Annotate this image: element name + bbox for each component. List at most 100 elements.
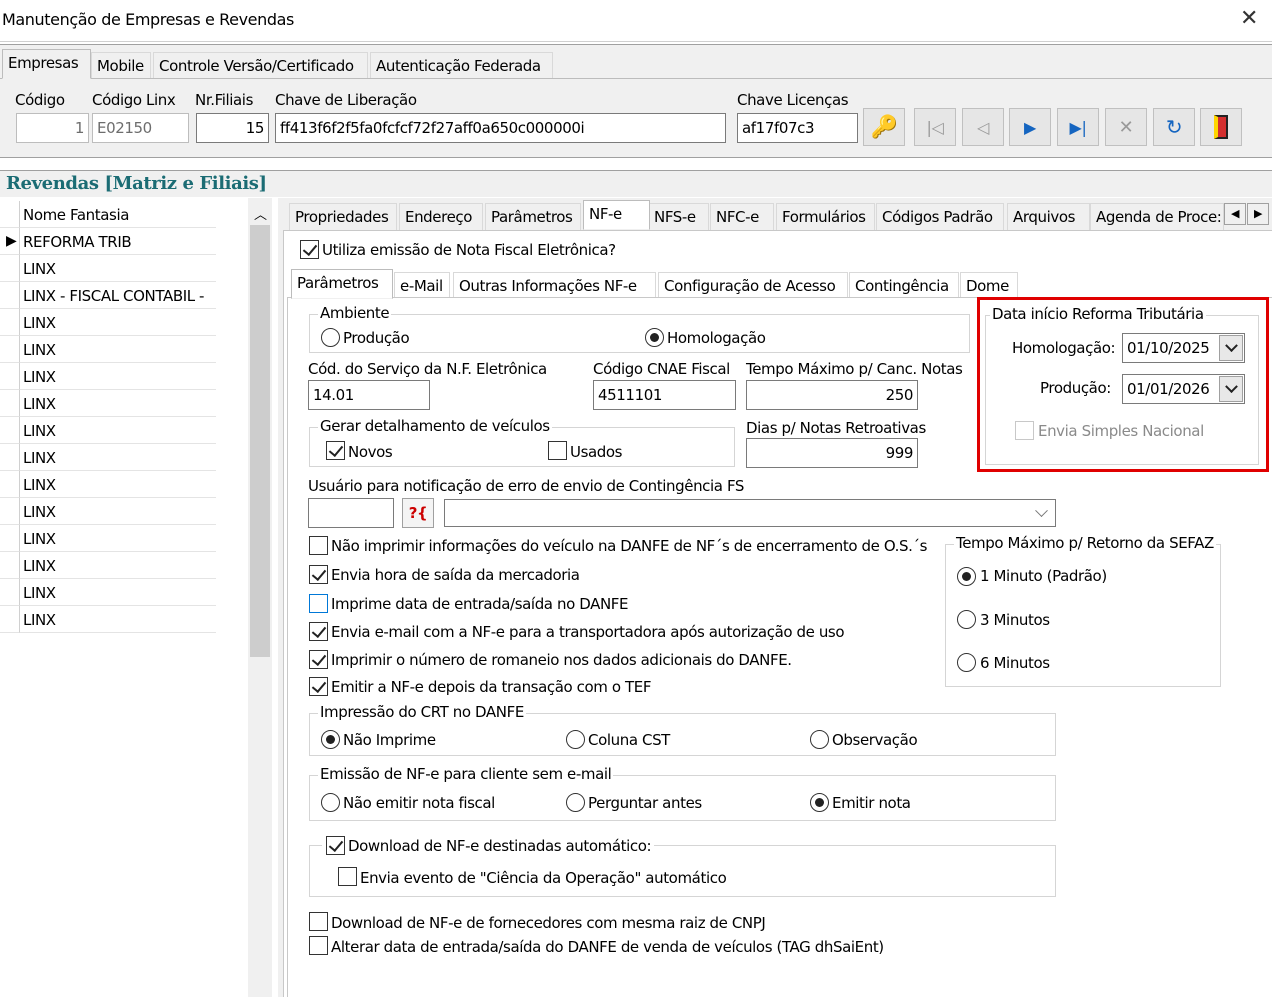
nr-filiais-field[interactable]: 15: [196, 113, 269, 143]
perguntar-radio[interactable]: [566, 793, 585, 812]
table-row[interactable]: LINX: [20, 498, 216, 525]
sem-email-legend: Emissão de NF-e para cliente sem e-mail: [318, 765, 614, 783]
tab-detail-9[interactable]: Agenda de Proce:: [1090, 203, 1224, 230]
table-row[interactable]: LINX - FISCAL CONTABIL -: [20, 282, 216, 309]
scroll-up-icon[interactable]: ︿: [254, 204, 267, 223]
option-checkbox-0[interactable]: [309, 536, 328, 555]
tab-sub-2[interactable]: Outras Informações NF-e: [453, 272, 656, 299]
tab-sub-4[interactable]: Contingência: [849, 272, 959, 299]
crt-nao-imprime-radio[interactable]: [321, 730, 340, 749]
codigo-label: Código: [15, 91, 65, 109]
exit-icon[interactable]: [1200, 108, 1242, 146]
tab-detail-6[interactable]: Formulários: [776, 203, 875, 230]
option-checkbox-4[interactable]: [309, 650, 328, 669]
dias-retro-field[interactable]: 999: [746, 438, 918, 468]
table-row[interactable]: LINX: [20, 606, 216, 633]
last-icon[interactable]: ▶|: [1057, 108, 1099, 146]
sefaz-1min-label: 1 Minuto (Padrão): [980, 567, 1107, 585]
codigo-linx-field[interactable]: E02150: [92, 113, 189, 143]
table-row[interactable]: REFORMA TRIB: [20, 228, 216, 255]
table-row[interactable]: LINX: [20, 579, 216, 606]
option-checkbox-2[interactable]: [309, 594, 328, 613]
alterar-data-checkbox[interactable]: [309, 936, 328, 955]
tab-scroll-left-icon[interactable]: ◀: [1224, 203, 1246, 225]
table-row[interactable]: LINX: [20, 363, 216, 390]
option-checkbox-3[interactable]: [309, 622, 328, 641]
usuario-select[interactable]: [444, 499, 1056, 527]
download-destinadas-checkbox[interactable]: [326, 836, 345, 855]
refresh-icon[interactable]: ↻: [1153, 108, 1195, 146]
sefaz-3min-radio[interactable]: [957, 610, 976, 629]
search-user-button[interactable]: ?{: [402, 498, 434, 528]
sefaz-6min-radio[interactable]: [957, 653, 976, 672]
sefaz-3min-label: 3 Minutos: [980, 611, 1050, 629]
chave-liberacao-field[interactable]: ff413f6f2f5fa0fcfcf72f27aff0a650c000000i: [275, 113, 726, 143]
download-destinadas-label: Download de NF-e destinadas automático:: [348, 837, 652, 855]
tab-detail-3[interactable]: NF-e: [583, 200, 650, 230]
first-icon[interactable]: |◁: [914, 108, 956, 146]
tab-sub-5[interactable]: Dome: [960, 272, 1018, 299]
next-icon[interactable]: ▶: [1009, 108, 1051, 146]
table-row[interactable]: LINX: [20, 444, 216, 471]
tab-label: NFS-e: [654, 208, 696, 226]
usados-checkbox[interactable]: [548, 441, 567, 460]
tab-detail-1[interactable]: Endereço: [399, 203, 483, 230]
tab-detail-2[interactable]: Parâmetros: [485, 203, 581, 230]
crt-observacao-radio[interactable]: [810, 730, 829, 749]
option-label-5: Emitir a NF-e depois da transação com o …: [331, 678, 652, 696]
tab-sub-3[interactable]: Configuração de Acesso: [658, 272, 848, 299]
prior-icon[interactable]: ◁: [962, 108, 1004, 146]
table-row[interactable]: LINX: [20, 336, 216, 363]
cnae-field[interactable]: 4511101: [593, 380, 736, 410]
novos-checkbox[interactable]: [326, 441, 345, 460]
cod-servico-field[interactable]: 14.01: [308, 380, 430, 410]
table-row[interactable]: LINX: [20, 471, 216, 498]
revendas-grid: Nome Fantasia ▶ REFORMA TRIB LINX LINX - FI…: [0, 198, 272, 997]
sefaz-1min-radio[interactable]: [957, 567, 976, 586]
download-fornecedores-checkbox[interactable]: [309, 912, 328, 931]
tab-detail-7[interactable]: Códigos Padrão: [876, 203, 1004, 230]
tab-empresas[interactable]: Empresas: [2, 49, 91, 79]
crt-coluna-cst-radio[interactable]: [566, 730, 585, 749]
nao-emitir-radio[interactable]: [321, 793, 340, 812]
table-row[interactable]: LINX: [20, 552, 216, 579]
option-checkbox-5[interactable]: [309, 677, 328, 696]
tab-detail-8[interactable]: Arquivos: [1007, 203, 1090, 230]
close-icon[interactable]: ✕: [1240, 6, 1258, 31]
utiliza-nfe-checkbox[interactable]: [300, 240, 319, 259]
tempo-canc-field[interactable]: 250: [746, 380, 918, 410]
tab-detail-4[interactable]: NFS-e: [648, 203, 709, 230]
table-row[interactable]: LINX: [20, 417, 216, 444]
key-icon[interactable]: 🔑: [863, 108, 905, 146]
tab-label: Contingência: [855, 277, 949, 295]
usuario-code-field[interactable]: [308, 498, 394, 528]
codigo-field[interactable]: 1: [16, 113, 89, 143]
tab-detail-0[interactable]: Propriedades: [289, 203, 397, 230]
table-row[interactable]: LINX: [20, 255, 216, 282]
option-checkbox-1[interactable]: [309, 565, 328, 584]
ciencia-checkbox[interactable]: [338, 867, 357, 886]
chave-licencas-field[interactable]: af17f07c3: [737, 113, 858, 143]
grid-scrollbar[interactable]: ︿: [248, 198, 272, 997]
scroll-thumb[interactable]: [250, 225, 270, 657]
producao-radio[interactable]: [321, 328, 340, 347]
tab-sub-1[interactable]: e-Mail: [394, 272, 450, 299]
tab-label: Parâmetros: [491, 208, 573, 226]
usuario-dropdown-icon[interactable]: [1029, 503, 1053, 524]
tab-label: Controle Versão/Certificado: [159, 57, 354, 75]
tab-mobile[interactable]: Mobile: [91, 52, 151, 79]
tab-sub-0[interactable]: Parâmetros: [291, 269, 393, 299]
grid-column-header[interactable]: Nome Fantasia: [20, 201, 216, 228]
table-row[interactable]: LINX: [20, 390, 216, 417]
tab-controle-versao[interactable]: Controle Versão/Certificado: [153, 52, 368, 79]
delete-icon[interactable]: ✕: [1105, 108, 1147, 146]
homologacao-radio[interactable]: [645, 328, 664, 347]
emitir-nota-label: Emitir nota: [832, 794, 911, 812]
tab-detail-5[interactable]: NFC-e: [710, 203, 774, 230]
table-row[interactable]: LINX: [20, 309, 216, 336]
table-row[interactable]: LINX: [20, 525, 216, 552]
usuario-label: Usuário para notificação de erro de envi…: [308, 477, 745, 495]
emitir-nota-radio[interactable]: [810, 793, 829, 812]
tab-autenticacao-federada[interactable]: Autenticação Federada: [370, 52, 553, 79]
tab-scroll-right-icon[interactable]: ▶: [1247, 203, 1269, 225]
